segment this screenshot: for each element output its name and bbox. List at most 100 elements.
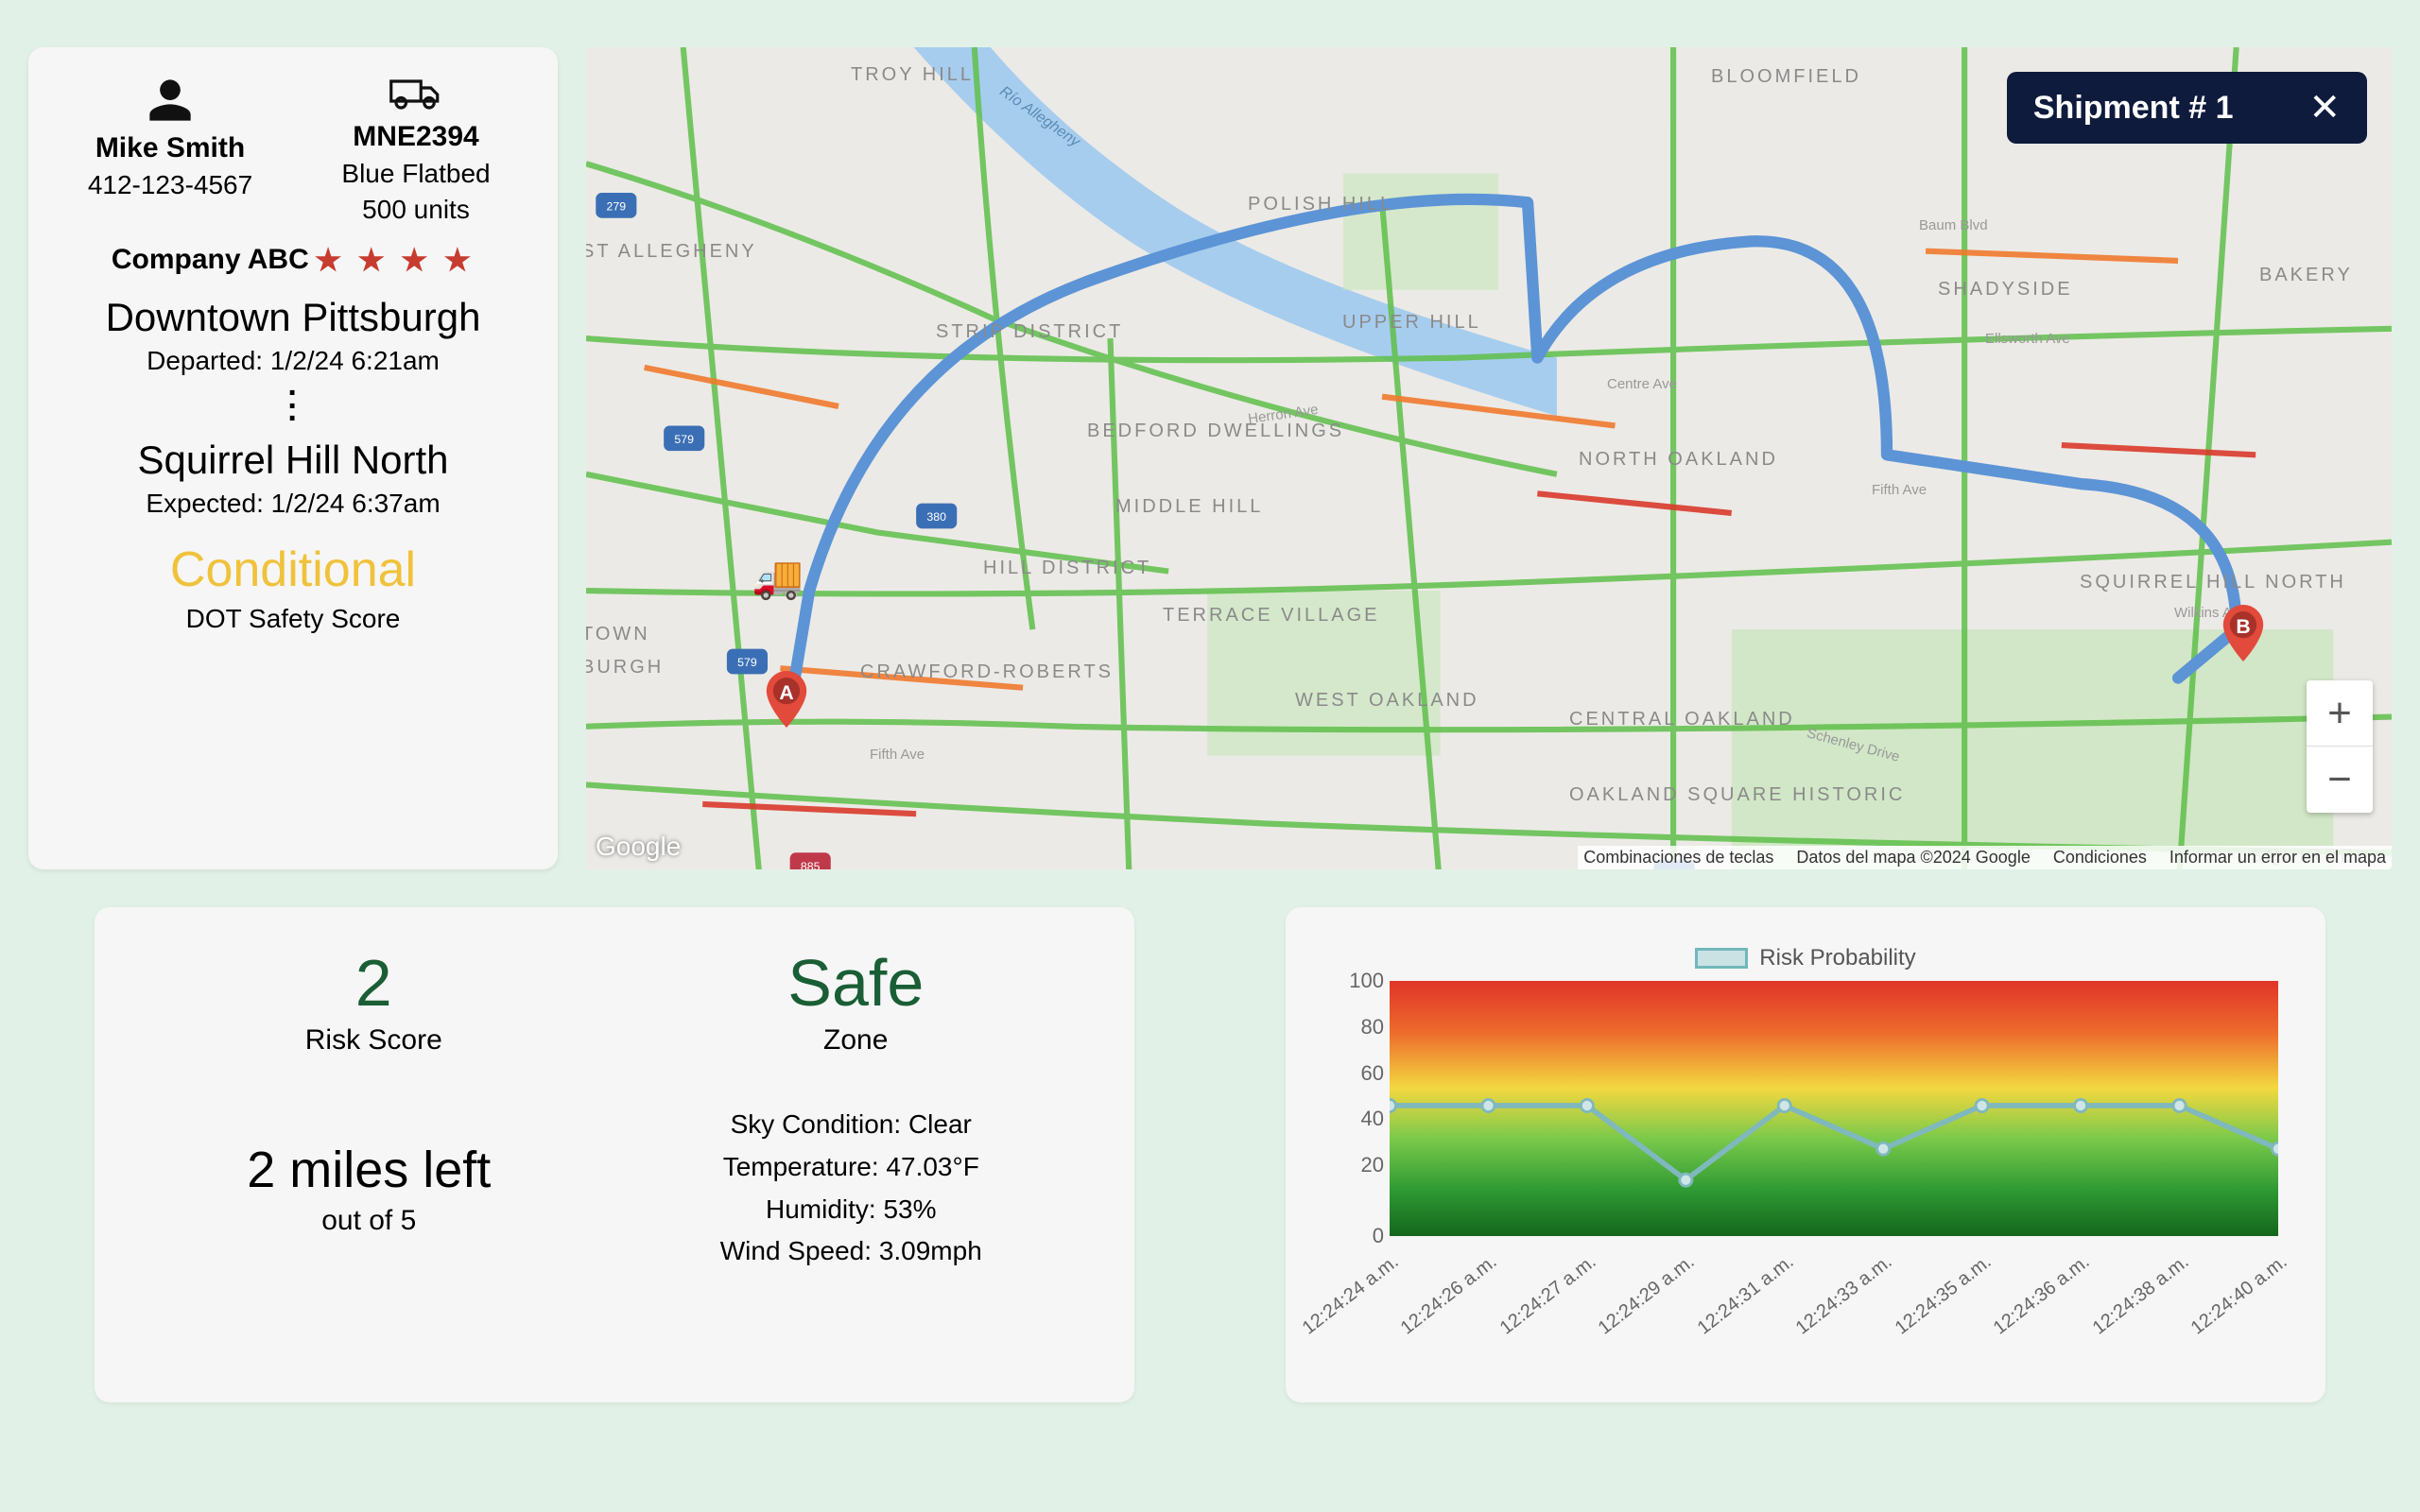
map-footer: Combinaciones de teclas Datos del mapa ©…	[1578, 846, 2392, 869]
x-tick: 12:24:35 a.m.	[1891, 1251, 1996, 1339]
svg-text:380: 380	[926, 510, 946, 524]
close-icon[interactable]: ✕	[2308, 89, 2341, 127]
zoom-out-button[interactable]: −	[2307, 747, 2373, 813]
zoom-in-button[interactable]: +	[2307, 680, 2373, 747]
map-report[interactable]: Informar un error en el mapa	[2169, 848, 2386, 868]
x-tick: 12:24:24 a.m.	[1299, 1251, 1404, 1339]
stats-card: 2 Risk Score Safe Zone 2 miles left out …	[95, 907, 1134, 1402]
district-label: MIDDLE HILL	[1115, 496, 1263, 518]
chart-y-axis: 100806040200	[1331, 981, 1384, 1236]
driver-col: Mike Smith 412-123-4567	[47, 76, 293, 225]
zoom-controls: + −	[2307, 680, 2373, 813]
driver-phone: 412-123-4567	[47, 170, 293, 200]
risk-score-block: 2 Risk Score	[305, 945, 442, 1057]
miles-total: out of 5	[247, 1205, 491, 1237]
weather-temp: Temperature: 47.03°F	[720, 1146, 982, 1189]
map[interactable]: 279 579 380 579 885 376 TROY HILL BLOOMFI…	[586, 47, 2392, 869]
risk-chart-card: Risk Probability 100806040200 12:24:24 a…	[1286, 907, 2325, 1402]
google-logo: Google	[596, 832, 681, 862]
driver-name: Mike Smith	[47, 132, 293, 164]
district-label: ST ALLEGHENY	[586, 241, 757, 263]
map-pin-a[interactable]: A	[766, 671, 807, 728]
street-label: Fifth Ave	[1872, 482, 1927, 498]
map-attribution: Datos del mapa ©2024 Google	[1796, 848, 2030, 868]
svg-text:A: A	[779, 682, 793, 704]
weather-humidity: Humidity: 53%	[720, 1189, 982, 1231]
company-name: Company ABC	[112, 244, 309, 276]
street-label: Fifth Ave	[870, 747, 925, 763]
chart-area: 100806040200	[1390, 981, 2278, 1236]
svg-text:279: 279	[607, 200, 627, 214]
district-label: HILL DISTRICT	[983, 558, 1151, 579]
street-label: Centre Ave	[1607, 376, 1677, 392]
legend-label: Risk Probability	[1759, 945, 1915, 971]
company-line: Company ABC ★ ★ ★ ★	[47, 242, 539, 278]
district-label: TROY HILL	[851, 64, 974, 86]
x-tick: 12:24:38 a.m.	[2088, 1251, 2193, 1339]
user-icon	[146, 76, 195, 125]
legend-swatch	[1695, 948, 1748, 969]
risk-score-label: Risk Score	[305, 1024, 442, 1057]
chart-line	[1390, 981, 2278, 1221]
district-label: STRIP DISTRICT	[936, 321, 1123, 343]
truck-marker-icon[interactable]: 🚚	[752, 553, 804, 602]
street-label: Ellsworth Ave	[1985, 331, 2070, 347]
x-tick: 12:24:31 a.m.	[1693, 1251, 1798, 1339]
svg-text:579: 579	[737, 656, 757, 669]
district-label: POLISH HILL	[1248, 194, 1393, 215]
shipment-title: Shipment # 1	[2033, 90, 2234, 127]
miles-block: 2 miles left out of 5	[247, 1141, 491, 1237]
x-tick: 12:24:26 a.m.	[1397, 1251, 1502, 1339]
origin-name: Downtown Pittsburgh	[47, 295, 539, 340]
svg-text:579: 579	[674, 433, 694, 446]
dot-score-label: DOT Safety Score	[47, 604, 539, 634]
district-label: TOWN	[586, 624, 650, 645]
truck-desc: Blue Flatbed	[293, 159, 539, 189]
zone-block: Safe Zone	[787, 945, 924, 1057]
map-surface[interactable]: 279 579 380 579 885 376	[586, 47, 2392, 869]
street-label: Baum Blvd	[1919, 217, 1988, 233]
weather-block: Sky Condition: Clear Temperature: 47.03°…	[720, 1104, 982, 1273]
dest-name: Squirrel Hill North	[47, 438, 539, 483]
dot-score-value: Conditional	[47, 541, 539, 598]
x-tick: 12:24:29 a.m.	[1595, 1251, 1700, 1339]
svg-text:B: B	[2236, 616, 2250, 638]
shipment-badge: Shipment # 1 ✕	[2007, 72, 2367, 144]
chart-legend: Risk Probability	[1323, 945, 2288, 971]
x-tick: 12:24:33 a.m.	[1792, 1251, 1897, 1339]
truck-id: MNE2394	[293, 121, 539, 153]
origin-time: Departed: 1/2/24 6:21am	[47, 346, 539, 376]
district-label: BEDFORD DWELLINGS	[1087, 421, 1344, 442]
miles-left: 2 miles left	[247, 1141, 491, 1199]
truck-icon	[389, 76, 442, 113]
district-label: SQUIRREL HILL NORTH	[2080, 572, 2346, 593]
district-label: NORTH OAKLAND	[1579, 449, 1778, 471]
map-shortcuts[interactable]: Combinaciones de teclas	[1583, 848, 1773, 868]
district-label: TERRACE VILLAGE	[1163, 605, 1380, 627]
risk-score-value: 2	[305, 945, 442, 1021]
map-pin-b[interactable]: B	[2222, 605, 2264, 662]
district-label: UPPER HILL	[1342, 312, 1481, 334]
weather-sky: Sky Condition: Clear	[720, 1104, 982, 1146]
svg-text:885: 885	[801, 860, 821, 869]
route-dots-icon: ···	[47, 387, 539, 426]
truck-col: MNE2394 Blue Flatbed 500 units	[293, 76, 539, 225]
x-tick: 12:24:40 a.m.	[2187, 1251, 2292, 1339]
rating-stars: ★ ★ ★ ★	[315, 242, 475, 278]
district-label: WEST OAKLAND	[1295, 690, 1479, 712]
x-tick: 12:24:27 a.m.	[1495, 1251, 1600, 1339]
zone-value: Safe	[787, 945, 924, 1021]
district-label: BLOOMFIELD	[1711, 66, 1861, 88]
district-label: CRAWFORD-ROBERTS	[860, 662, 1114, 683]
x-tick: 12:24:36 a.m.	[1990, 1251, 2095, 1339]
truck-units: 500 units	[293, 195, 539, 225]
zone-label: Zone	[787, 1024, 924, 1057]
district-label: SHADYSIDE	[1938, 279, 2073, 301]
district-label: BAKERY	[2259, 265, 2353, 286]
chart-x-axis: 12:24:24 a.m.12:24:26 a.m.12:24:27 a.m.1…	[1390, 1251, 2278, 1365]
shipment-info-card: Mike Smith 412-123-4567 MNE2394 Blue Fla…	[28, 47, 558, 869]
district-label: CENTRAL OAKLAND	[1569, 709, 1795, 730]
map-terms[interactable]: Condiciones	[2053, 848, 2147, 868]
dest-time: Expected: 1/2/24 6:37am	[47, 489, 539, 519]
district-label: OAKLAND SQUARE HISTORIC	[1569, 784, 1905, 806]
